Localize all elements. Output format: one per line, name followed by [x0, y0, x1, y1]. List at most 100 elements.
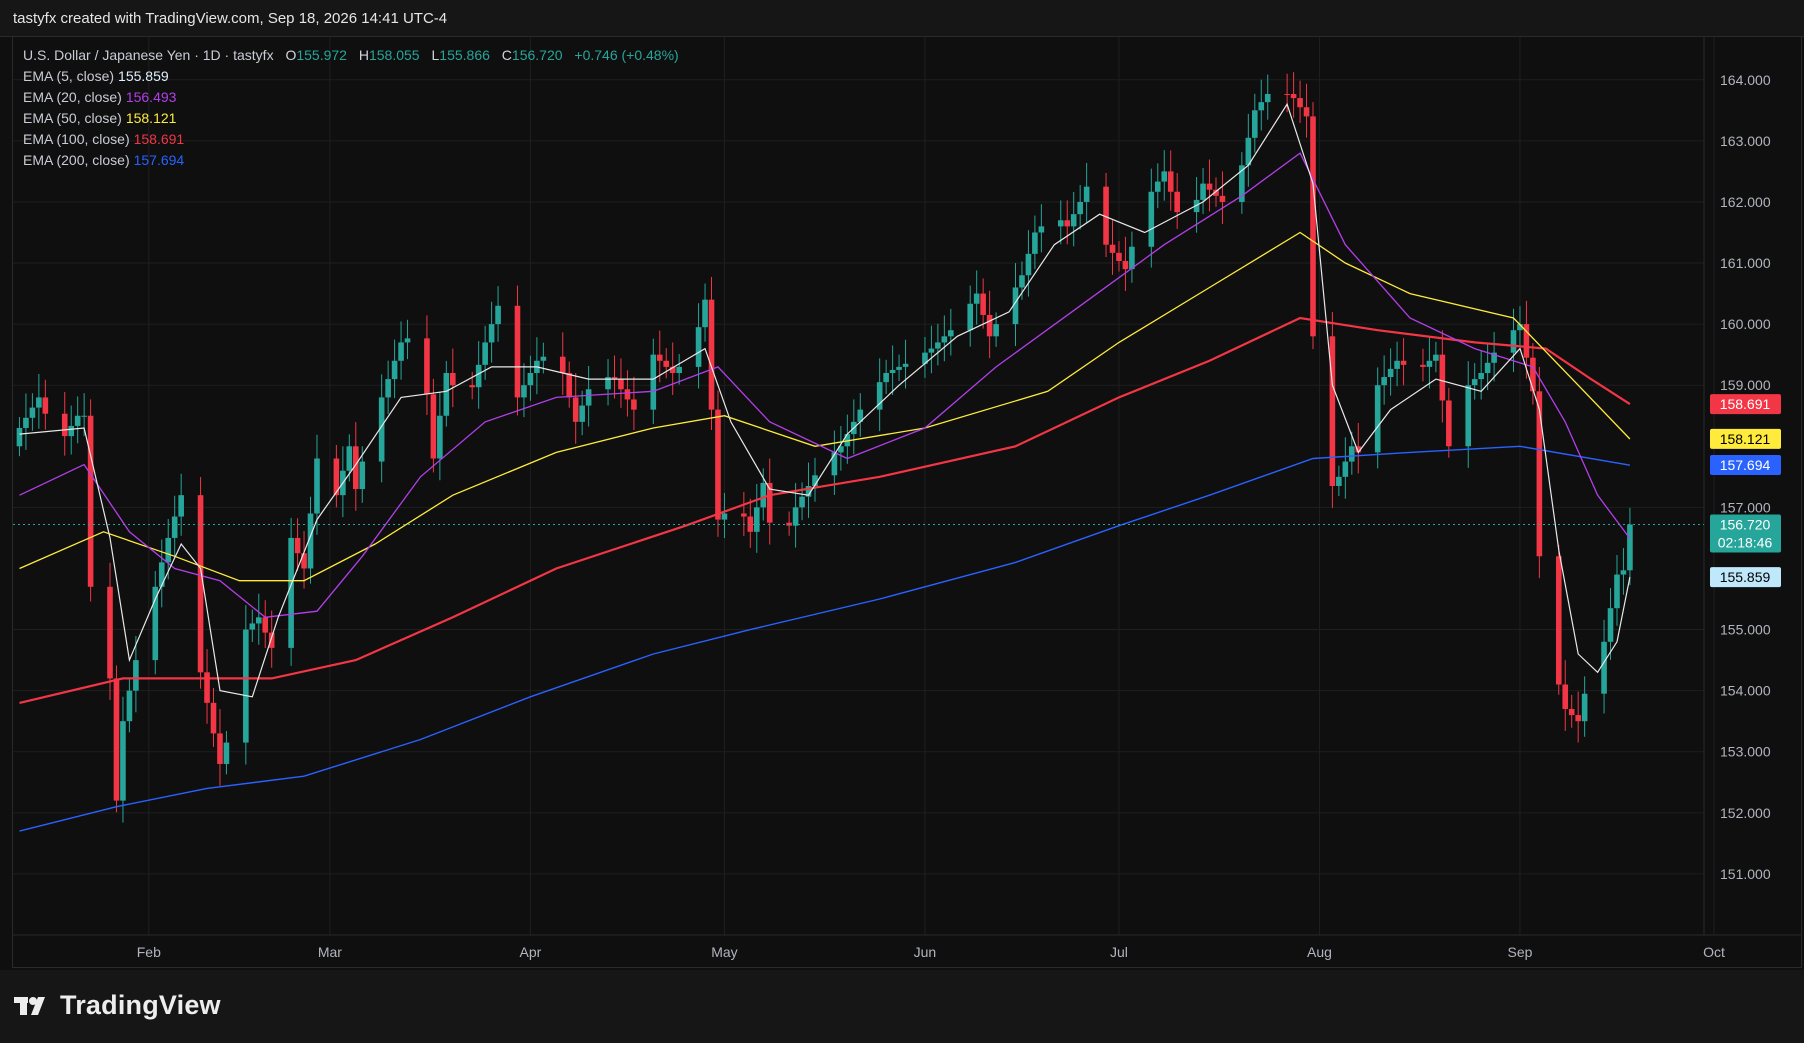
candle-body: [16, 427, 23, 447]
indicator-label: EMA (5, close): [23, 68, 115, 84]
ema50-line: [19, 231, 1631, 582]
candle-body: [178, 495, 184, 517]
y-tick-label: 157.000: [1720, 499, 1771, 515]
candle-body: [443, 372, 450, 416]
x-tick-label: Oct: [1703, 944, 1725, 960]
candle-body: [262, 617, 269, 633]
candle-body: [792, 507, 799, 526]
ohlc-high: H158.055: [359, 47, 420, 63]
x-tick-label: Sep: [1508, 944, 1533, 960]
y-tick-label: 164.000: [1720, 72, 1771, 88]
candle-body: [928, 348, 935, 353]
candle-body: [1032, 232, 1038, 254]
candle-body: [450, 372, 456, 386]
last-price-text: 156.720: [1720, 516, 1771, 532]
price-label-text: 157.694: [1720, 457, 1771, 473]
indicator-ema20[interactable]: EMA (20, close) 156.493: [23, 87, 679, 108]
candle-body: [1349, 446, 1355, 462]
candle-body: [566, 372, 573, 398]
indicator-ema5[interactable]: EMA (5, close) 155.859: [23, 66, 679, 87]
candle-body: [171, 516, 178, 538]
candle-body: [359, 461, 366, 490]
candle-body: [1433, 354, 1439, 361]
candle-body: [223, 742, 230, 764]
candle-body: [831, 452, 838, 476]
candle-body: [1530, 357, 1536, 392]
candle-body: [1478, 372, 1484, 380]
candle-body: [1420, 364, 1426, 367]
indicator-ema100[interactable]: EMA (100, close) 158.691: [23, 129, 679, 150]
y-tick-label: 154.000: [1720, 683, 1771, 699]
ohlc-high-value: 158.055: [368, 47, 420, 63]
candle-body: [1568, 708, 1575, 716]
candle-body: [469, 385, 476, 388]
candle-body: [1057, 220, 1064, 227]
x-tick-label: Jun: [914, 944, 937, 960]
ohlc-low-value: 155.866: [439, 47, 490, 63]
candle-body: [1426, 360, 1433, 367]
candle-body: [301, 553, 307, 569]
candle-body: [1439, 354, 1446, 401]
candle-body: [1303, 107, 1310, 117]
candle-body: [482, 342, 488, 365]
candle-body: [1264, 94, 1271, 103]
y-tick-label: 161.000: [1720, 255, 1771, 271]
symbol-title[interactable]: U.S. Dollar / Japanese Yen · 1D · tastyf…: [23, 47, 274, 63]
indicator-ema200[interactable]: EMA (200, close) 157.694: [23, 150, 679, 171]
candle-body: [81, 415, 87, 417]
candle-body: [1154, 181, 1161, 192]
candle-body: [753, 507, 760, 532]
candle-body: [540, 356, 547, 361]
indicator-ema50[interactable]: EMA (50, close) 158.121: [23, 108, 679, 129]
change-value: +0.746 (+0.48%): [574, 47, 679, 63]
tradingview-logo[interactable]: TradingView: [14, 990, 221, 1021]
indicator-value: 158.121: [125, 110, 177, 126]
x-tick-label: Apr: [520, 944, 542, 960]
candle-body: [527, 372, 534, 386]
candle-body: [1581, 693, 1588, 722]
candle-body: [715, 409, 721, 520]
candle-body: [741, 513, 747, 517]
candle-body: [631, 399, 637, 410]
candle-body: [708, 299, 715, 410]
candle-body: [158, 562, 165, 587]
price-label-text: 158.691: [1720, 396, 1771, 412]
candle-body: [346, 446, 353, 471]
candle-body: [663, 360, 670, 367]
x-tick-label: Aug: [1307, 944, 1332, 960]
candle-body: [889, 369, 896, 373]
candle-body: [29, 407, 36, 418]
y-tick-label: 153.000: [1720, 744, 1771, 760]
candle-body: [1555, 556, 1562, 685]
candle-body: [799, 496, 805, 508]
indicator-value: 155.859: [118, 68, 169, 84]
ohlc-high-key: H: [358, 47, 369, 63]
x-tick-label: Mar: [318, 944, 342, 960]
ohlc-low: L155.866: [431, 47, 489, 63]
candle-body: [288, 537, 294, 648]
candle-body: [1148, 191, 1155, 247]
candle-body: [1446, 400, 1452, 447]
candle-body: [1290, 94, 1297, 99]
candle-body: [579, 405, 585, 422]
candle-body: [1122, 260, 1129, 270]
y-tick-label: 162.000: [1720, 194, 1771, 210]
candle-body: [488, 324, 495, 343]
candle-body: [695, 327, 702, 367]
candle-body: [650, 354, 657, 410]
ema5-line: [19, 102, 1631, 698]
candle-body: [514, 305, 521, 398]
candle-body: [113, 678, 120, 801]
candle-body: [1310, 116, 1316, 337]
ohlc-close-key: C: [501, 47, 512, 63]
ohlc-close-value: 156.720: [511, 47, 563, 63]
candle-body: [294, 537, 301, 554]
y-tick-label: 155.000: [1720, 622, 1771, 638]
candle-body: [1116, 252, 1122, 261]
candle-body: [475, 364, 482, 388]
candle-body: [760, 482, 767, 508]
candle-body: [980, 293, 986, 315]
candle-body: [967, 303, 974, 331]
candle-body: [1510, 330, 1517, 353]
candle-body: [1601, 641, 1607, 694]
